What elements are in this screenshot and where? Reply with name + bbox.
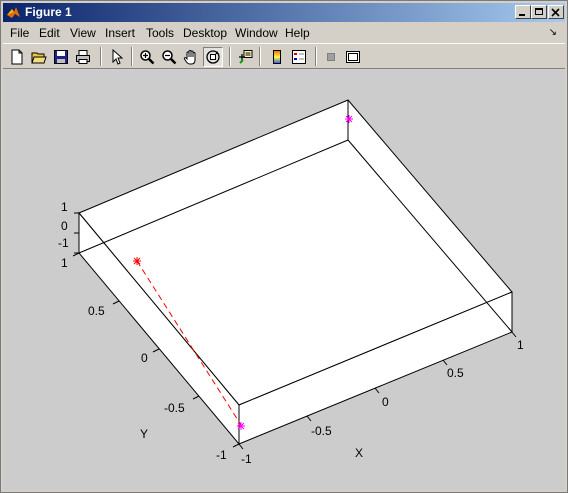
menu-window[interactable]: Window: [235, 26, 278, 40]
zoom-in-button[interactable]: [137, 47, 157, 67]
marker-line-start: [133, 257, 141, 265]
edit-plot-button[interactable]: [107, 47, 127, 67]
pan-hand-icon: [183, 49, 196, 65]
insert-colorbar-icon: [273, 50, 281, 64]
new-figure-icon: [11, 49, 23, 65]
axes-3d[interactable]: [3, 70, 565, 490]
dock-figure-icon[interactable]: ↘: [549, 26, 557, 40]
rotate-3d-icon: [206, 50, 220, 64]
x-tick-label: 0: [382, 395, 389, 409]
y-tick-label: -0.5: [164, 401, 185, 415]
zoom-out-icon: [162, 50, 177, 65]
toolbar-separator: [100, 47, 102, 66]
y-tick-label: -1: [216, 448, 227, 462]
z-tick-label: 1: [61, 200, 68, 214]
menu-help[interactable]: Help: [285, 26, 310, 40]
menu-tools[interactable]: Tools: [146, 26, 174, 40]
menu-view[interactable]: View: [70, 26, 96, 40]
zoom-out-button[interactable]: [159, 47, 179, 67]
data-cursor-icon: [239, 50, 253, 64]
y-tick: [192, 395, 200, 400]
save-icon: [54, 50, 68, 64]
open-file-icon: [31, 52, 47, 64]
title-bar[interactable]: Figure 1: [3, 3, 565, 22]
hide-plot-tools-button[interactable]: [321, 47, 341, 67]
y-tick: [152, 348, 160, 353]
menu-edit[interactable]: Edit: [39, 26, 60, 40]
y-axis-label: Y: [140, 427, 149, 441]
menu-file[interactable]: File: [10, 26, 29, 40]
y-tick-label: 0.5: [88, 304, 105, 318]
x-tick: [374, 387, 380, 394]
maximize-icon: [535, 8, 543, 15]
z-tick-label: 0: [61, 219, 68, 233]
x-axis-label: X: [355, 446, 364, 460]
close-icon: [551, 8, 560, 17]
minimize-button[interactable]: [515, 5, 531, 19]
hide-plot-tools-icon: [327, 53, 335, 61]
x-tick-label: -0.5: [311, 424, 332, 438]
show-plot-tools-icon: [346, 51, 360, 63]
x-tick-label: -1: [241, 452, 252, 466]
matlab-logo-icon: [7, 7, 20, 18]
maximize-button[interactable]: [531, 5, 547, 19]
print-icon: [76, 50, 90, 64]
y-tick: [232, 443, 240, 448]
toolbar-separator: [229, 47, 231, 66]
figure-toolbar: [3, 43, 565, 69]
print-button[interactable]: [73, 47, 93, 67]
x-tick: [442, 359, 448, 366]
save-button[interactable]: [51, 47, 71, 67]
marker-front-corner: [237, 422, 245, 430]
toolbar-separator: [131, 47, 133, 66]
y-tick-label: 0: [141, 351, 148, 365]
zoom-in-icon: [140, 50, 155, 65]
x-tick: [511, 331, 517, 338]
figure-window: Figure 1 File Edit View Insert Tools Des…: [0, 0, 568, 493]
minimize-icon: [519, 14, 525, 16]
menu-insert[interactable]: Insert: [105, 26, 135, 40]
figure-canvas[interactable]: 1 0 -1 1 0.5 0 -0.5 -1 -1 -0.5 0 0.5 1 Y…: [3, 70, 565, 490]
pan-button[interactable]: [181, 47, 201, 67]
close-button[interactable]: [548, 5, 564, 19]
window-title: Figure 1: [25, 5, 72, 19]
edit-plot-arrow-icon: [112, 49, 124, 65]
insert-legend-button[interactable]: [289, 47, 309, 67]
toolbar-separator: [315, 47, 317, 66]
x-tick-label: 0.5: [447, 366, 464, 380]
z-tick-label: -1: [58, 236, 69, 250]
menu-desktop[interactable]: Desktop: [183, 26, 227, 40]
x-tick-label: 1: [517, 338, 524, 352]
marker-top-back: [345, 115, 353, 123]
toolbar-separator: [259, 47, 261, 66]
menu-bar: File Edit View Insert Tools Desktop Wind…: [3, 23, 565, 42]
y-tick-label: 1: [61, 256, 68, 270]
insert-legend-icon: [292, 50, 306, 64]
rotate-3d-button[interactable]: [203, 47, 223, 67]
insert-colorbar-button[interactable]: [267, 47, 287, 67]
show-plot-tools-button[interactable]: [343, 47, 363, 67]
new-figure-button[interactable]: [7, 47, 27, 67]
x-tick: [238, 443, 244, 450]
open-file-button[interactable]: [29, 47, 49, 67]
data-cursor-button[interactable]: [235, 47, 255, 67]
x-tick: [306, 415, 312, 422]
y-tick: [112, 300, 120, 305]
